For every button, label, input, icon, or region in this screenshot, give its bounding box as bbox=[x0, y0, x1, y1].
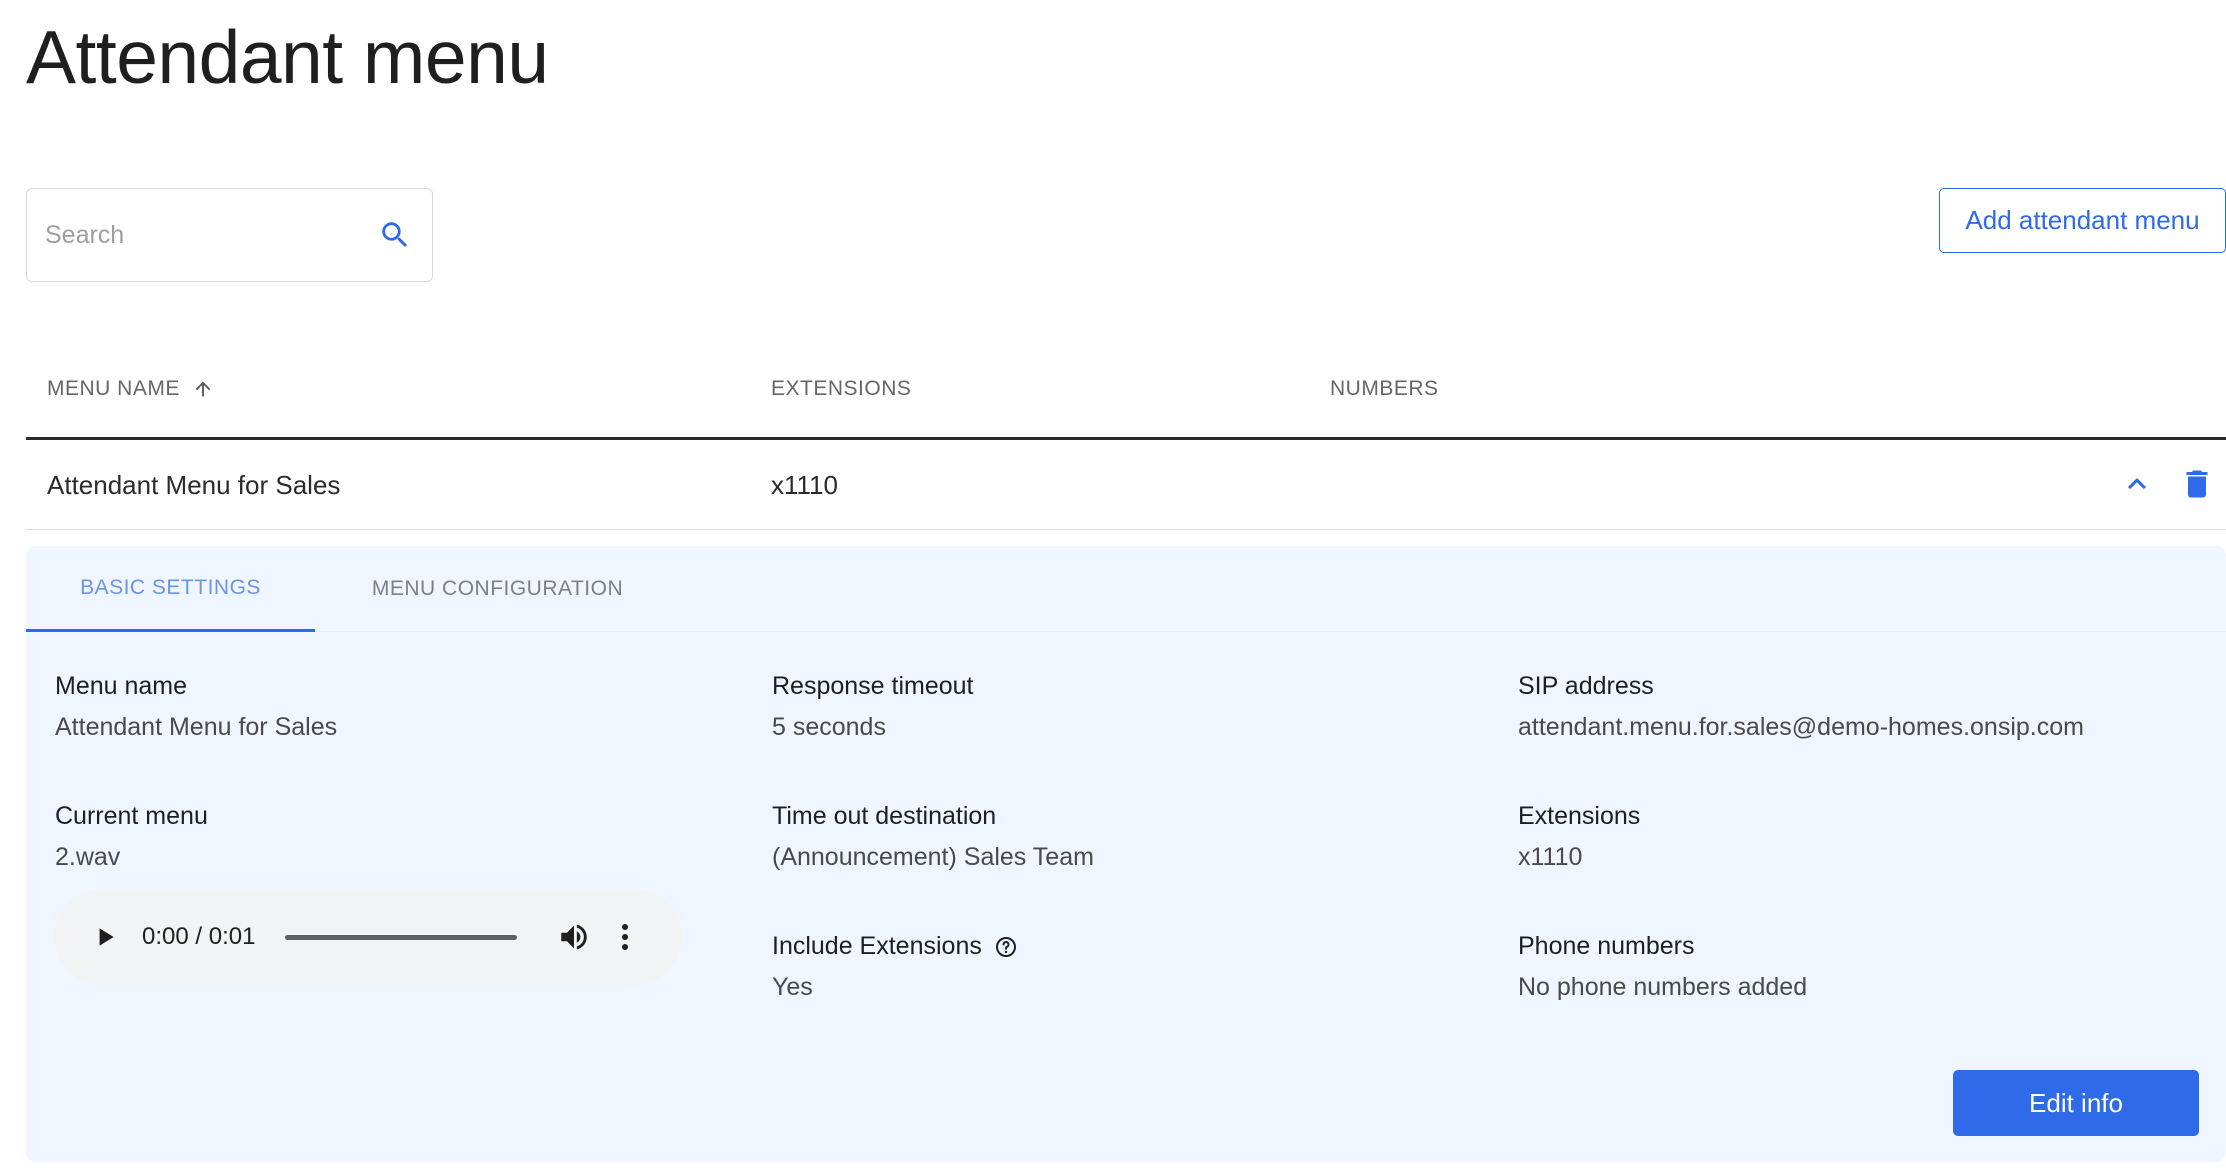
field-value: attendant.menu.for.sales@demo-homes.onsi… bbox=[1518, 713, 2084, 741]
search-box[interactable] bbox=[26, 188, 433, 282]
field-label: Extensions bbox=[1518, 802, 1641, 830]
detail-panel: BASIC SETTINGS MENU CONFIGURATION Menu n… bbox=[26, 546, 2226, 1162]
field-value: (Announcement) Sales Team bbox=[772, 843, 1094, 871]
field-current-menu: Current menu 2.wav bbox=[55, 802, 208, 872]
volume-icon[interactable] bbox=[557, 920, 591, 954]
field-value: Yes bbox=[772, 973, 813, 1001]
field-extensions: Extensions x1110 bbox=[1518, 802, 1640, 872]
field-value: Attendant Menu for Sales bbox=[55, 713, 338, 741]
column-header-numbers[interactable]: NUMBERS bbox=[1330, 377, 1439, 401]
more-vertical-icon[interactable] bbox=[615, 920, 635, 954]
field-label: Time out destination bbox=[772, 802, 997, 830]
field-timeout-destination: Time out destination (Announcement) Sale… bbox=[772, 802, 1094, 872]
detail-tabs: BASIC SETTINGS MENU CONFIGURATION bbox=[26, 546, 2226, 632]
field-response-timeout: Response timeout 5 seconds bbox=[772, 672, 974, 742]
field-phone-numbers: Phone numbers No phone numbers added bbox=[1518, 932, 1807, 1002]
field-value: x1110 bbox=[1518, 843, 1583, 871]
field-sip-address: SIP address attendant.menu.for.sales@dem… bbox=[1518, 672, 2084, 742]
chevron-up-icon[interactable] bbox=[2118, 462, 2156, 506]
field-value: No phone numbers added bbox=[1518, 973, 1808, 1001]
field-label: Phone numbers bbox=[1518, 932, 1695, 960]
trash-icon[interactable] bbox=[2178, 462, 2216, 506]
audio-time: 0:00 / 0:01 bbox=[142, 923, 256, 950]
column-header-extensions[interactable]: EXTENSIONS bbox=[771, 377, 911, 401]
help-circle-icon[interactable] bbox=[994, 935, 1018, 959]
field-value: 5 seconds bbox=[772, 713, 886, 741]
tab-menu-configuration[interactable]: MENU CONFIGURATION bbox=[315, 546, 680, 632]
play-icon[interactable] bbox=[90, 922, 120, 952]
field-menu-name: Menu name Attendant Menu for Sales bbox=[55, 672, 337, 742]
field-label: Current menu bbox=[55, 802, 208, 830]
field-include-extensions: Include Extensions Yes bbox=[772, 932, 1018, 1002]
column-header-menu-name[interactable]: MENU NAME bbox=[47, 377, 214, 401]
row-actions bbox=[2118, 462, 2216, 506]
tab-basic-settings[interactable]: BASIC SETTINGS bbox=[26, 546, 315, 632]
audio-player[interactable]: 0:00 / 0:01 bbox=[54, 889, 682, 985]
add-attendant-menu-button[interactable]: Add attendant menu bbox=[1939, 188, 2226, 253]
table-row[interactable]: Attendant Menu for Sales x1110 bbox=[26, 440, 2226, 530]
field-label: Response timeout bbox=[772, 672, 974, 700]
edit-info-button[interactable]: Edit info bbox=[1953, 1070, 2199, 1136]
field-label: Include Extensions bbox=[772, 932, 982, 960]
field-label: Menu name bbox=[55, 672, 188, 700]
page-title: Attendant menu bbox=[26, 15, 549, 99]
field-label-row: Include Extensions bbox=[772, 932, 1018, 961]
row-menu-name: Attendant Menu for Sales bbox=[47, 470, 341, 500]
table-header: MENU NAME EXTENSIONS NUMBERS bbox=[26, 340, 2226, 440]
row-extensions: x1110 bbox=[771, 470, 838, 500]
field-label: SIP address bbox=[1518, 672, 1654, 700]
arrow-up-icon[interactable] bbox=[192, 378, 214, 400]
column-header-label: MENU NAME bbox=[47, 377, 180, 400]
search-icon[interactable] bbox=[378, 218, 412, 252]
search-input[interactable] bbox=[45, 220, 378, 250]
audio-progress-bar[interactable] bbox=[285, 934, 518, 940]
field-value: 2.wav bbox=[55, 843, 121, 871]
